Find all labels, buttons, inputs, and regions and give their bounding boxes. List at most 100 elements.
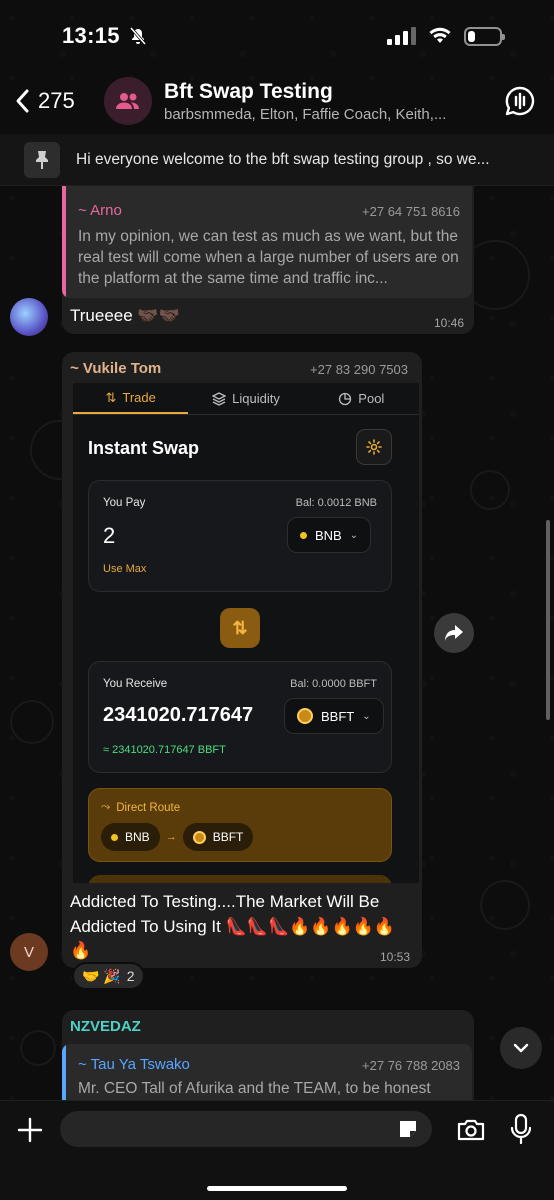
message-time: 10:53 — [379, 950, 410, 964]
receive-approx: ≈ 2341020.717647 BBFT — [103, 744, 226, 756]
swap-screenshot-image[interactable]: ⇅ Trade Liquidity Pool Instant Swap You P… — [73, 383, 419, 883]
tab-label: Liquidity — [232, 391, 280, 406]
message-text: Addicted To Testing....The Market Will B… — [70, 892, 395, 960]
route-to-token: BBFT — [182, 823, 254, 851]
sender-avatar-initial[interactable]: V — [10, 933, 48, 971]
pinned-message-banner[interactable]: Hi everyone welcome to the bft swap test… — [0, 134, 554, 186]
route-icon: ⤳ — [101, 801, 111, 813]
chevron-down-icon: ⌄ — [349, 529, 359, 541]
receive-token-select: BBFT ⌄ — [284, 698, 384, 734]
receive-balance: Bal: 0.0000 BBFT — [290, 678, 377, 690]
bbft-icon — [192, 830, 206, 844]
message-time: 10:46 — [433, 316, 464, 330]
plus-icon — [17, 1117, 43, 1143]
message-text: Trueeee 🤝🏿🤝🏿 — [70, 306, 180, 325]
clock: 13:15 — [62, 23, 148, 49]
scrollbar[interactable] — [546, 520, 550, 720]
group-avatar[interactable] — [104, 77, 152, 125]
layers-icon — [212, 391, 227, 406]
token-symbol: BBFT — [321, 708, 355, 724]
attach-button[interactable] — [14, 1114, 46, 1146]
swap-tabs: ⇅ Trade Liquidity Pool — [73, 383, 419, 415]
unread-count: 275 — [38, 88, 75, 113]
pay-amount: 2 — [103, 523, 116, 548]
tab-label: Pool — [358, 391, 385, 406]
cellular-signal-icon — [387, 27, 416, 45]
quoted-text: In my opinion, we can test as much as we… — [78, 228, 459, 287]
pinned-message-text: Hi everyone welcome to the bft swap test… — [76, 150, 490, 168]
use-max-link: Use Max — [103, 563, 147, 575]
tab-liquidity: Liquidity — [188, 383, 303, 414]
swap-arrows-icon: ⇅ — [105, 389, 117, 405]
route-path: BNB → BBFT — [101, 823, 254, 851]
pin-icon — [24, 141, 60, 178]
sticker-icon — [400, 1121, 416, 1137]
forward-button[interactable] — [434, 613, 474, 653]
sticker-button[interactable] — [396, 1117, 420, 1141]
battery-icon — [464, 26, 505, 46]
message-phone: +27 83 290 7503 — [310, 362, 408, 377]
pay-label: You Pay — [103, 497, 146, 509]
pie-icon — [339, 392, 352, 405]
time-text: 13:15 — [62, 23, 120, 48]
route-from-token: BNB — [101, 823, 160, 851]
voice-chat-button[interactable] — [500, 81, 540, 121]
tab-trade: ⇅ Trade — [73, 383, 189, 414]
route-label-text: Direct Route — [116, 801, 181, 814]
bnb-icon — [111, 833, 118, 841]
bnb-icon — [300, 531, 307, 539]
tab-label: Trade — [122, 390, 156, 405]
token-symbol: BNB — [125, 830, 150, 844]
voice-message-button[interactable] — [506, 1111, 536, 1147]
group-name: Bft Swap Testing — [164, 79, 333, 103]
bbft-icon — [297, 708, 313, 724]
group-members: barbsmmeda, Elton, Faffie Coach, Keith,.… — [164, 105, 447, 123]
microphone-icon — [510, 1113, 532, 1145]
swap-title: Instant Swap — [88, 438, 200, 458]
camera-button[interactable] — [454, 1114, 488, 1146]
chat-header: 275 Bft Swap Testing barbsmmeda, Elton, … — [0, 70, 554, 132]
message-bubble-reply[interactable]: ~ Arno +27 64 751 8616 In my opinion, we… — [62, 186, 474, 334]
message-input[interactable] — [60, 1111, 432, 1147]
voice-chat-icon — [505, 86, 535, 116]
you-pay-card: You Pay Bal: 0.0012 BNB 2 BNB ⌄ Use Max — [88, 480, 392, 592]
reactions[interactable]: 🤝 🎉 2 — [72, 962, 145, 990]
back-button[interactable]: 275 — [14, 88, 104, 114]
wifi-icon — [429, 27, 451, 43]
chevron-left-icon — [16, 89, 29, 113]
direct-route-card: ⤳ Direct Route BNB → BBFT — [88, 788, 392, 862]
quoted-sender: ~ Arno — [78, 202, 122, 219]
pay-token-select: BNB ⌄ — [287, 517, 372, 553]
share-arrow-icon — [445, 625, 463, 641]
home-indicator — [207, 1186, 347, 1191]
message-bubble-reply[interactable]: NZVEDAZ ~ Tau Ya Tswako +27 76 788 2083 … — [62, 1010, 474, 1110]
arrow-right-icon: → — [165, 831, 177, 843]
reaction-emojis: 🤝 🎉 — [82, 967, 121, 984]
quoted-text: Mr. CEO Tall of Afurika and the TEAM, to… — [78, 1080, 431, 1097]
token-symbol: BBFT — [212, 830, 244, 844]
group-people-icon — [116, 93, 139, 109]
quoted-phone: +27 64 751 8616 — [362, 204, 460, 219]
quoted-message[interactable]: ~ Arno +27 64 751 8616 In my opinion, we… — [62, 186, 472, 298]
reaction-count: 2 — [126, 968, 135, 984]
pay-balance: Bal: 0.0012 BNB — [295, 497, 377, 509]
quoted-sender: ~ Tau Ya Tswako — [78, 1056, 190, 1073]
tab-pool: Pool — [304, 383, 419, 414]
scroll-to-bottom-button[interactable] — [500, 1027, 542, 1069]
quoted-phone: +27 76 788 2083 — [362, 1058, 460, 1073]
camera-icon — [457, 1119, 485, 1141]
receive-amount: 2341020.717647 — [103, 704, 254, 726]
message-sender: NZVEDAZ — [70, 1018, 141, 1035]
group-info[interactable]: Bft Swap Testing barbsmmeda, Elton, Faff… — [164, 80, 490, 123]
chevron-down-icon — [513, 1043, 529, 1053]
route-label: ⤳ Direct Route — [101, 801, 180, 814]
settings-gear-icon — [356, 429, 392, 465]
sender-avatar[interactable] — [10, 298, 48, 336]
status-bar: 13:15 — [0, 0, 554, 72]
avatar-initial: V — [23, 943, 34, 961]
chevron-down-icon: ⌄ — [362, 710, 371, 722]
you-receive-card: You Receive Bal: 0.0000 BBFT 2341020.717… — [88, 661, 392, 773]
next-card-edge — [88, 875, 392, 883]
message-sender: ~ Vukile Tom — [70, 360, 162, 377]
mute-bell-icon — [129, 27, 146, 45]
